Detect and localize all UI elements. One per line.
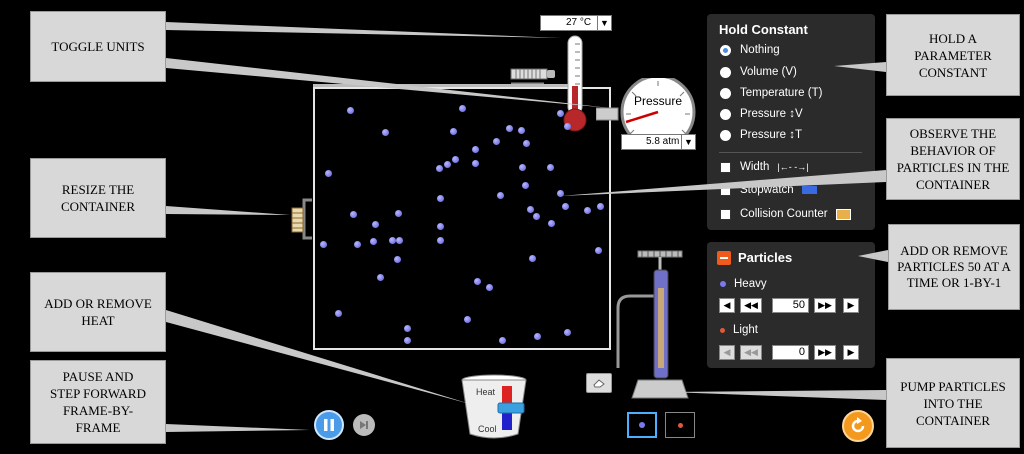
heavy-particle: [474, 278, 481, 285]
heavy-particle: [547, 164, 554, 171]
heavy-particle: [518, 127, 525, 134]
heavy-particle: [522, 182, 529, 189]
heavy-particle: [404, 325, 411, 332]
heavy-particle: [444, 161, 451, 168]
heavy-particle: [370, 238, 377, 245]
heavy-particle: [497, 192, 504, 199]
callout-observe-behavior: OBSERVE THE BEHAVIOR OF PARTICLES IN THE…: [886, 118, 1020, 200]
heavy-particle: [372, 221, 379, 228]
heavy-particle: [534, 333, 541, 340]
heavy-particle: [320, 241, 327, 248]
heavy-particle: [382, 129, 389, 136]
heavy-particle: [499, 337, 506, 344]
heavy-particle: [436, 165, 443, 172]
heavy-particle: [437, 237, 444, 244]
heavy-particle: [404, 337, 411, 344]
heavy-particle: [472, 146, 479, 153]
heavy-particle: [527, 206, 534, 213]
heavy-particle: [325, 170, 332, 177]
callout-pump-particles: PUMP PARTICLES INTO THE CONTAINER: [886, 358, 1020, 448]
heavy-particle: [519, 164, 526, 171]
heavy-particle: [557, 190, 564, 197]
heavy-particle: [354, 241, 361, 248]
callout-toggle-units: TOGGLE UNITS: [30, 11, 166, 82]
heavy-particle: [597, 203, 604, 210]
heavy-particle: [395, 210, 402, 217]
heavy-particle: [389, 237, 396, 244]
heavy-particle: [472, 160, 479, 167]
heavy-particle: [523, 140, 530, 147]
heavy-particle: [347, 107, 354, 114]
heavy-particle: [377, 274, 384, 281]
heavy-particle: [437, 223, 444, 230]
heavy-particle: [533, 213, 540, 220]
heavy-particle: [595, 247, 602, 254]
heavy-particle: [394, 256, 401, 263]
heavy-particle: [564, 329, 571, 336]
callout-resize-container: RESIZE THE CONTAINER: [30, 158, 166, 238]
heavy-particle: [437, 195, 444, 202]
heavy-particle: [452, 156, 459, 163]
callout-add-remove-heat: ADD OR REMOVE HEAT: [30, 272, 166, 352]
heavy-particle: [584, 207, 591, 214]
heavy-particle: [506, 125, 513, 132]
heavy-particle: [459, 105, 466, 112]
heavy-particle: [464, 316, 471, 323]
heavy-particle: [486, 284, 493, 291]
heavy-particle: [564, 123, 571, 130]
heavy-particle: [493, 138, 500, 145]
heavy-particle: [396, 237, 403, 244]
callout-pause-step: PAUSE AND STEP FORWARD FRAME-BY-FRAME: [30, 360, 166, 444]
heavy-particle: [350, 211, 357, 218]
heavy-particle: [335, 310, 342, 317]
heavy-particle: [529, 255, 536, 262]
heavy-particle: [557, 110, 564, 117]
heavy-particle: [562, 203, 569, 210]
heavy-particle: [548, 220, 555, 227]
heavy-particle: [450, 128, 457, 135]
callout-add-remove-particles: ADD OR REMOVE PARTICLES 50 AT A TIME OR …: [888, 224, 1020, 310]
callout-hold-parameter: HOLD A PARAMETER CONSTANT: [886, 14, 1020, 96]
